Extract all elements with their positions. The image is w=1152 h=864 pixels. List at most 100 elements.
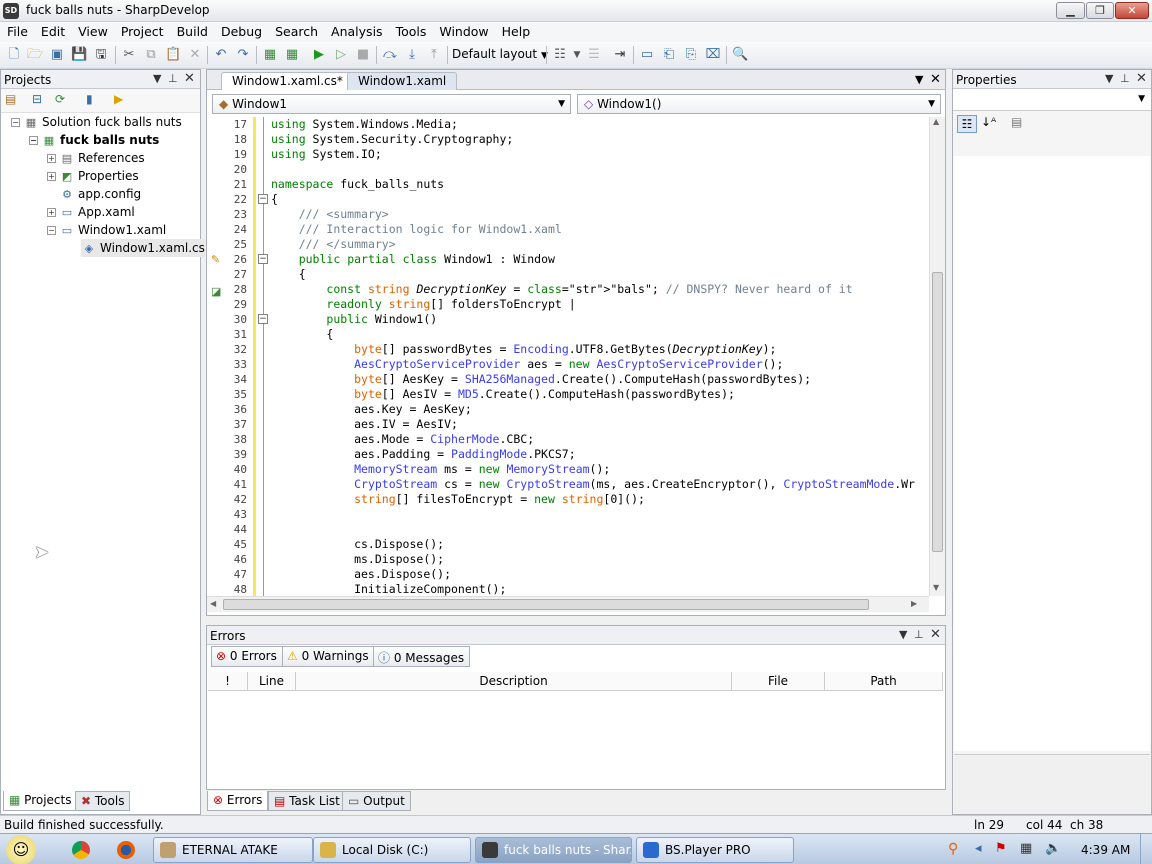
code-line[interactable]: 35 byte[] AesIV = MD5.Create().ComputeHa… <box>207 387 929 402</box>
tree-references[interactable]: + ▤ References <box>47 149 145 167</box>
save-all-icon[interactable]: 🖫 <box>93 47 109 63</box>
properties-grid[interactable] <box>954 156 1150 751</box>
code-line[interactable]: 34 byte[] AesKey = SHA256Managed.Create(… <box>207 372 929 387</box>
categorized-icon[interactable]: ☷ <box>957 115 977 133</box>
redo-icon[interactable]: ↷ <box>235 47 251 63</box>
run-without-debugger-icon[interactable]: ▷ <box>333 47 349 63</box>
open-folder-icon[interactable]: ▶ <box>114 92 123 106</box>
expand-toggle-icon[interactable]: + <box>47 208 56 217</box>
code-area[interactable]: 17 using System.Windows.Media; 18 using Sys… <box>207 117 929 596</box>
prev-bookmark-icon[interactable]: ⎗ <box>661 47 677 63</box>
show-all-icon[interactable]: ▮ <box>86 92 93 106</box>
pin-icon[interactable]: ⊥ <box>914 628 924 641</box>
code-line[interactable]: 22 { <box>207 192 929 207</box>
code-line[interactable]: 38 aes.Mode = CipherMode.CBC; <box>207 432 929 447</box>
code-line[interactable]: 30 public Window1() <box>207 312 929 327</box>
menu-build[interactable]: Build <box>170 22 214 42</box>
tab-tools[interactable]: ✖ Tools <box>75 791 131 811</box>
column-header[interactable]: Path <box>825 672 943 691</box>
tab-errors[interactable]: ⊗ Errors <box>207 791 269 811</box>
panel-menu-icon[interactable]: ▼ <box>1105 72 1113 85</box>
code-line[interactable]: 45 cs.Dispose(); <box>207 537 929 552</box>
chevron-down-icon[interactable]: ▼ <box>569 47 585 63</box>
chrome-icon[interactable] <box>72 841 90 859</box>
code-line[interactable]: 26 public partial class Window1 : Window <box>207 252 929 267</box>
save-icon[interactable]: 💾 <box>71 47 87 63</box>
code-line[interactable]: 46 ms.Dispose(); <box>207 552 929 567</box>
step-into-icon[interactable]: ⤓ <box>404 47 420 63</box>
tab-list-icon[interactable]: ▼ <box>915 73 923 86</box>
run-icon[interactable]: ▶ <box>311 47 327 63</box>
stop-icon[interactable]: ■ <box>355 47 371 63</box>
show-desktop-button[interactable] <box>1140 834 1152 864</box>
code-line[interactable]: 25 /// </summary> <box>207 237 929 252</box>
code-line[interactable]: 31 { <box>207 327 929 342</box>
editor-horizontal-scrollbar[interactable]: ◀ ▶ <box>207 596 929 612</box>
taskbar-item-local-disk[interactable]: Local Disk (C:) <box>313 837 471 863</box>
new-file-icon[interactable]: 🗋 <box>6 47 22 63</box>
indent-icon[interactable]: ⇥ <box>612 47 628 63</box>
code-line[interactable]: 28 const string DecryptionKey = class="s… <box>207 282 929 297</box>
refresh-icon[interactable]: ⟳ <box>55 92 65 106</box>
pin-icon[interactable]: ⊥ <box>168 72 178 85</box>
expand-toggle-icon[interactable]: + <box>47 154 56 163</box>
column-header[interactable]: Description <box>296 672 732 691</box>
code-line[interactable]: 48 InitializeComponent(); <box>207 582 929 596</box>
menu-analysis[interactable]: Analysis <box>324 22 389 42</box>
tree-solution[interactable]: − ▦ Solution fuck balls nuts <box>11 113 182 131</box>
close-panel-icon[interactable]: ✕ <box>930 627 941 642</box>
properties-object-combo[interactable]: ▼ <box>953 89 1151 111</box>
tray-expand-icon[interactable]: ◂ <box>975 841 982 856</box>
tab-window1-xaml[interactable]: Window1.xaml <box>347 72 458 90</box>
code-line[interactable]: 21 namespace fuck_balls_nuts <box>207 177 929 192</box>
fold-toggle-icon[interactable]: − <box>258 314 268 324</box>
collapse-toggle-icon[interactable]: − <box>29 136 38 145</box>
collapse-toggle-icon[interactable]: − <box>47 226 56 235</box>
search-icon[interactable]: ⚲ <box>948 841 958 857</box>
paste-icon[interactable]: 📋 <box>165 47 181 63</box>
new-project-icon[interactable]: ▣ <box>49 47 65 63</box>
firefox-icon[interactable] <box>117 841 135 859</box>
menu-help[interactable]: Help <box>495 22 537 42</box>
scroll-thumb[interactable] <box>223 599 869 610</box>
tree-window1-xaml[interactable]: − ▭ Window1.xaml <box>47 221 166 239</box>
code-line[interactable]: 24 /// Interaction logic for Window1.xam… <box>207 222 929 237</box>
start-button[interactable]: ☺ <box>6 835 36 864</box>
undo-icon[interactable]: ↶ <box>213 47 229 63</box>
tree-project[interactable]: − ▦ fuck balls nuts <box>29 131 159 149</box>
step-out-icon[interactable]: ⤒ <box>426 47 442 63</box>
code-line[interactable]: 18 using System.Security.Cryptography; <box>207 132 929 147</box>
layout-dropdown[interactable]: Default layout ▼ <box>452 47 548 61</box>
code-line[interactable]: 19 using System.IO; <box>207 147 929 162</box>
code-line[interactable]: 20 <box>207 162 929 177</box>
open-folder-icon[interactable]: 🗁 <box>27 47 43 63</box>
rebuild-icon[interactable]: ▦ <box>284 47 300 63</box>
scroll-up-icon[interactable]: ▲ <box>933 117 939 126</box>
close-panel-icon[interactable]: ✕ <box>1136 71 1147 86</box>
class-combo[interactable]: ◆ Window1 ▼ <box>212 94 571 114</box>
close-window-button[interactable]: ✕ <box>1115 2 1149 19</box>
volume-icon[interactable]: 🔈 <box>1045 841 1061 856</box>
code-line[interactable]: 44 <box>207 522 929 537</box>
step-over-icon[interactable]: ⤼ <box>382 47 398 63</box>
tab-window1-xaml-cs[interactable]: Window1.xaml.cs* <box>221 72 354 90</box>
tree-app-config[interactable]: ⚙ app.config <box>59 185 141 203</box>
toggle-comment-icon[interactable]: ☷ <box>552 47 568 63</box>
delete-icon[interactable]: ✕ <box>187 47 203 63</box>
menu-view[interactable]: View <box>71 22 114 42</box>
tree-app-xaml[interactable]: + ▭ App.xaml <box>47 203 135 221</box>
panel-menu-icon[interactable]: ▼ <box>153 72 161 85</box>
find-icon[interactable]: 🔍 <box>732 47 748 63</box>
tree-window1-xaml-cs[interactable]: ◈ Window1.xaml.cs <box>81 239 205 257</box>
tab-output[interactable]: ▭ Output <box>342 791 411 811</box>
scroll-left-icon[interactable]: ◀ <box>210 599 216 608</box>
action-center-icon[interactable]: ⚑ <box>995 841 1007 856</box>
property-pages-icon[interactable]: ▤ <box>1011 115 1022 129</box>
taskbar-item-bsplayer[interactable]: BS.Player PRO <box>636 837 794 863</box>
code-line[interactable]: 47 aes.Dispose(); <box>207 567 929 582</box>
menu-project[interactable]: Project <box>114 22 170 42</box>
menu-edit[interactable]: Edit <box>34 22 71 42</box>
code-line[interactable]: 27 { <box>207 267 929 282</box>
clock[interactable]: 4:39 AM <box>1081 843 1130 857</box>
copy-icon[interactable]: ⧉ <box>143 47 159 63</box>
